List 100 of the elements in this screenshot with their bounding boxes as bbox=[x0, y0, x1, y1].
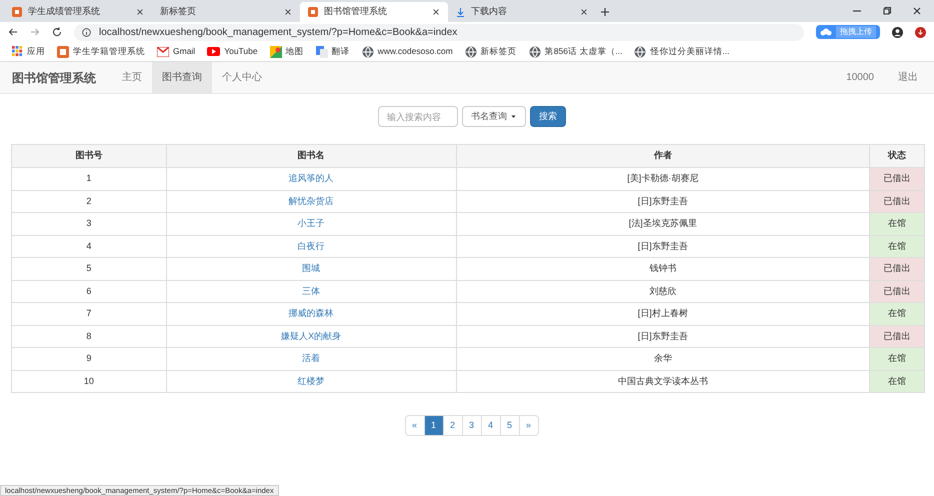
table-cell: 中国古典文学读本丛书 bbox=[456, 370, 870, 392]
column-header: 图书名 bbox=[166, 144, 456, 168]
page-link[interactable]: 4 bbox=[480, 415, 500, 436]
table-cell: 3 bbox=[12, 212, 166, 235]
table-cell: 5 bbox=[12, 258, 166, 280]
browser-tab[interactable]: 图书馆管理系统 bbox=[300, 2, 448, 22]
app-icon bbox=[308, 7, 318, 17]
close-icon[interactable] bbox=[912, 6, 922, 16]
column-header: 作者 bbox=[456, 144, 870, 168]
upload-widget[interactable]: 拖拽上传 bbox=[816, 25, 880, 39]
bookmark[interactable]: 学生学籍管理系统 bbox=[57, 45, 145, 58]
page-link[interactable]: 1 bbox=[424, 415, 444, 436]
book-title-link[interactable]: 围城 bbox=[302, 263, 320, 273]
apps-grid-icon bbox=[12, 46, 23, 57]
profile-icon[interactable] bbox=[892, 26, 903, 38]
status-cell: 已借出 bbox=[870, 168, 924, 190]
reload-icon[interactable] bbox=[52, 27, 62, 37]
book-title-link[interactable]: 挪威的森林 bbox=[288, 308, 334, 318]
status-cell: 已借出 bbox=[870, 325, 924, 348]
table-cell: [美]卡勒德·胡赛尼 bbox=[456, 168, 870, 190]
table-cell: 钱钟书 bbox=[456, 258, 870, 280]
bookmark[interactable]: www.codesoso.com bbox=[362, 45, 453, 58]
table-cell: 7 bbox=[12, 302, 166, 325]
bookmark[interactable]: 翻译 bbox=[316, 45, 350, 58]
globe-icon bbox=[634, 46, 646, 58]
status-cell: 已借出 bbox=[870, 190, 924, 212]
page-link[interactable]: 3 bbox=[462, 415, 482, 436]
column-header: 图书号 bbox=[12, 144, 166, 168]
status-cell: 已借出 bbox=[870, 280, 924, 302]
page-link[interactable]: « bbox=[404, 415, 424, 436]
table-cell: 刘慈欣 bbox=[456, 280, 870, 302]
nav-link[interactable]: 图书查询 bbox=[152, 62, 212, 93]
browser-tab[interactable]: 下载内容 bbox=[448, 2, 596, 22]
close-icon[interactable] bbox=[580, 8, 588, 16]
bookmark[interactable]: 怪你过分美丽详情... bbox=[634, 45, 730, 58]
book-title-link[interactable]: 追风筝的人 bbox=[288, 173, 334, 183]
table-cell: 8 bbox=[12, 325, 166, 348]
nav-link[interactable]: 个人中心 bbox=[212, 62, 272, 93]
table-cell: [日]村上春树 bbox=[456, 302, 870, 325]
book-title-link[interactable]: 嫌疑人X的献身 bbox=[281, 330, 342, 340]
page-link[interactable]: » bbox=[518, 415, 538, 436]
book-title-link[interactable]: 三体 bbox=[302, 286, 320, 296]
app-icon bbox=[12, 7, 22, 17]
brand-title[interactable]: 图书馆管理系统 bbox=[12, 68, 96, 86]
browser-tab[interactable]: 学生成绩管理系统 bbox=[4, 2, 152, 22]
globe-icon bbox=[464, 46, 477, 58]
table-cell: 2 bbox=[12, 190, 166, 212]
bookmark[interactable]: 新标签页 bbox=[464, 45, 517, 58]
tab-title: 下载内容 bbox=[471, 5, 508, 18]
page-link[interactable]: 2 bbox=[442, 415, 462, 436]
bookmark[interactable]: 地图 bbox=[270, 45, 304, 58]
bookmark[interactable]: YouTube bbox=[207, 45, 258, 58]
play-icon bbox=[207, 47, 220, 56]
browser-tab[interactable]: 新标签页 bbox=[152, 2, 300, 22]
tab-title: 学生成绩管理系统 bbox=[28, 5, 101, 18]
book-title-link[interactable]: 小王子 bbox=[298, 218, 325, 228]
status-cell: 已借出 bbox=[870, 258, 924, 280]
url-text: localhost/newxuesheng/book_management_system/?p=Home&c=Book&a=index bbox=[99, 26, 458, 40]
page-link[interactable]: 5 bbox=[500, 415, 520, 436]
status-cell: 在馆 bbox=[870, 235, 924, 258]
book-title-link[interactable]: 解忧杂货店 bbox=[288, 196, 334, 206]
search-field[interactable]: 输入搜索内容 bbox=[378, 106, 458, 127]
logout-link[interactable]: 退出 bbox=[898, 70, 918, 85]
table-cell: 余华 bbox=[456, 348, 870, 370]
globe-icon bbox=[528, 46, 541, 58]
app-icon bbox=[57, 46, 69, 58]
tab-title: 图书馆管理系统 bbox=[324, 5, 388, 18]
nav-link[interactable]: 主页 bbox=[112, 62, 152, 93]
table-cell: 1 bbox=[12, 168, 166, 190]
status-cell: 在馆 bbox=[870, 348, 924, 370]
back-icon[interactable] bbox=[8, 27, 18, 37]
upload-label: 拖拽上传 bbox=[836, 26, 876, 38]
book-title-link[interactable]: 活着 bbox=[302, 353, 320, 363]
close-icon[interactable] bbox=[284, 8, 292, 16]
close-icon[interactable] bbox=[136, 8, 144, 16]
address-bar[interactable]: localhost/newxuesheng/book_management_system/?p=Home&c=Book&a=index bbox=[74, 24, 804, 40]
tab-title: 新标签页 bbox=[160, 5, 197, 18]
book-title-link[interactable]: 红楼梦 bbox=[298, 376, 325, 386]
search-button[interactable]: 搜索 bbox=[530, 106, 566, 127]
status-cell: 在馆 bbox=[870, 370, 924, 392]
restore-icon[interactable] bbox=[882, 6, 892, 16]
search-type-select[interactable]: 书名查询 bbox=[462, 106, 526, 127]
bookmark[interactable]: 第856话 太虚掌（... bbox=[528, 45, 622, 58]
table-cell: [日]东野圭吾 bbox=[456, 190, 870, 212]
bookmark[interactable]: Gmail bbox=[157, 45, 196, 58]
user-id: 10000 bbox=[846, 71, 874, 85]
table-cell: 6 bbox=[12, 280, 166, 302]
status-cell: 在馆 bbox=[870, 302, 924, 325]
caret-icon bbox=[510, 113, 517, 120]
extension-icon[interactable] bbox=[915, 26, 926, 38]
book-title-link[interactable]: 白夜行 bbox=[298, 240, 325, 250]
table-cell: [日]东野圭吾 bbox=[456, 235, 870, 258]
table-cell: 10 bbox=[12, 370, 166, 392]
new-tab-icon[interactable] bbox=[600, 7, 610, 17]
close-icon[interactable] bbox=[432, 8, 440, 16]
bookmark[interactable]: 应用 bbox=[12, 45, 45, 58]
map-pin-icon bbox=[270, 46, 282, 58]
download-icon bbox=[456, 8, 465, 16]
table-cell: 9 bbox=[12, 348, 166, 370]
table-cell: [日]东野圭吾 bbox=[456, 325, 870, 348]
